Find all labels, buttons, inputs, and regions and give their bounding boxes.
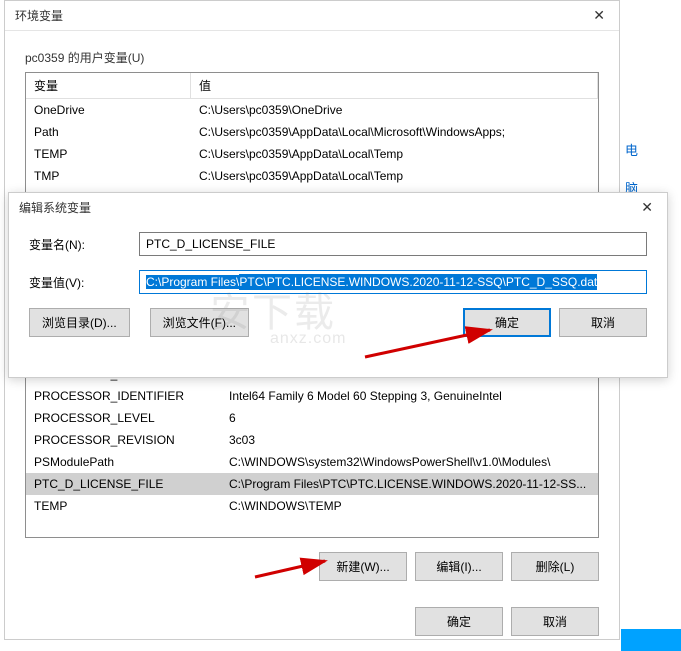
var-value-label: 变量值(V): <box>29 274 139 291</box>
var-value: C:\Users\pc0359\OneDrive <box>191 101 598 119</box>
user-vars-label: pc0359 的用户变量(U) <box>25 45 599 72</box>
env-titlebar: 环境变量 ✕ <box>5 1 619 31</box>
edit-titlebar: 编辑系统变量 ✕ <box>9 193 667 222</box>
var-name: PSModulePath <box>26 453 221 471</box>
browse-dir-button[interactable]: 浏览目录(D)... <box>29 308 130 337</box>
table-row[interactable]: PSModulePathC:\WINDOWS\system32\WindowsP… <box>26 451 598 473</box>
ok-button[interactable]: 确定 <box>463 308 551 337</box>
var-name: PTC_D_LICENSE_FILE <box>26 475 221 493</box>
var-value: C:\Users\pc0359\AppData\Local\Temp <box>191 167 598 185</box>
behind-text-1: 电 <box>625 140 638 159</box>
table-row[interactable]: TMPC:\Users\pc0359\AppData\Local\Temp <box>26 165 598 187</box>
env-title: 环境变量 <box>15 7 63 24</box>
var-value: C:\Program Files\PTC\PTC.LICENSE.WINDOWS… <box>221 475 598 493</box>
var-value: 6 <box>221 409 598 427</box>
browse-file-button[interactable]: 浏览文件(F)... <box>150 308 249 337</box>
var-value: 3c03 <box>221 431 598 449</box>
delete-button[interactable]: 删除(L) <box>511 552 599 581</box>
table-row[interactable]: PROCESSOR_REVISION3c03 <box>26 429 598 451</box>
table-row[interactable]: OneDriveC:\Users\pc0359\OneDrive <box>26 99 598 121</box>
var-name-input[interactable]: PTC_D_LICENSE_FILE <box>139 232 647 256</box>
user-header-name[interactable]: 变量 <box>26 73 191 98</box>
user-header-value[interactable]: 值 <box>191 73 598 98</box>
close-icon[interactable]: ✕ <box>589 7 609 24</box>
table-row[interactable]: PROCESSOR_IDENTIFIERIntel64 Family 6 Mod… <box>26 385 598 407</box>
value-prefix: C:\Program Files\ <box>146 275 239 289</box>
var-name: TEMP <box>26 497 221 515</box>
edit-title: 编辑系统变量 <box>19 199 91 216</box>
table-row[interactable]: PROCESSOR_LEVEL6 <box>26 407 598 429</box>
var-value: C:\WINDOWS\system32\WindowsPowerShell\v1… <box>221 453 598 471</box>
var-name: Path <box>26 123 191 141</box>
edit-button[interactable]: 编辑(I)... <box>415 552 503 581</box>
var-value: C:\WINDOWS\TEMP <box>221 497 598 515</box>
var-value: Intel64 Family 6 Model 60 Stepping 3, Ge… <box>221 387 598 405</box>
edit-var-dialog: 编辑系统变量 ✕ 变量名(N): PTC_D_LICENSE_FILE 变量值(… <box>8 192 668 378</box>
table-row[interactable]: PTC_D_LICENSE_FILEC:\Program Files\PTC\P… <box>26 473 598 495</box>
cancel-button[interactable]: 取消 <box>559 308 647 337</box>
ok-button[interactable]: 确定 <box>415 607 503 636</box>
table-row[interactable]: TEMPC:\Users\pc0359\AppData\Local\Temp <box>26 143 598 165</box>
cancel-button[interactable]: 取消 <box>511 607 599 636</box>
close-icon[interactable]: ✕ <box>637 199 657 216</box>
var-name: TMP <box>26 167 191 185</box>
taskbar-fragment <box>621 629 681 651</box>
var-name: OneDrive <box>26 101 191 119</box>
var-name: PROCESSOR_IDENTIFIER <box>26 387 221 405</box>
table-row[interactable]: PathC:\Users\pc0359\AppData\Local\Micros… <box>26 121 598 143</box>
var-name: PROCESSOR_REVISION <box>26 431 221 449</box>
user-vars-list[interactable]: 变量 值 OneDriveC:\Users\pc0359\OneDrivePat… <box>25 72 599 200</box>
new-button[interactable]: 新建(W)... <box>319 552 407 581</box>
var-name: TEMP <box>26 145 191 163</box>
var-name: PROCESSOR_LEVEL <box>26 409 221 427</box>
var-value: C:\Users\pc0359\AppData\Local\Microsoft\… <box>191 123 598 141</box>
value-selection: PTC\PTC.LICENSE.WINDOWS.2020-11-12-SSQ\P… <box>239 274 597 290</box>
table-row[interactable]: TEMPC:\WINDOWS\TEMP <box>26 495 598 517</box>
sys-vars-list[interactable]: PROCESSOR_ARCHITECT...AMD64PROCESSOR_IDE… <box>25 362 599 538</box>
var-value-input[interactable]: C:\Program Files\PTC\PTC.LICENSE.WINDOWS… <box>139 270 647 294</box>
var-name-label: 变量名(N): <box>29 236 139 253</box>
var-value: C:\Users\pc0359\AppData\Local\Temp <box>191 145 598 163</box>
